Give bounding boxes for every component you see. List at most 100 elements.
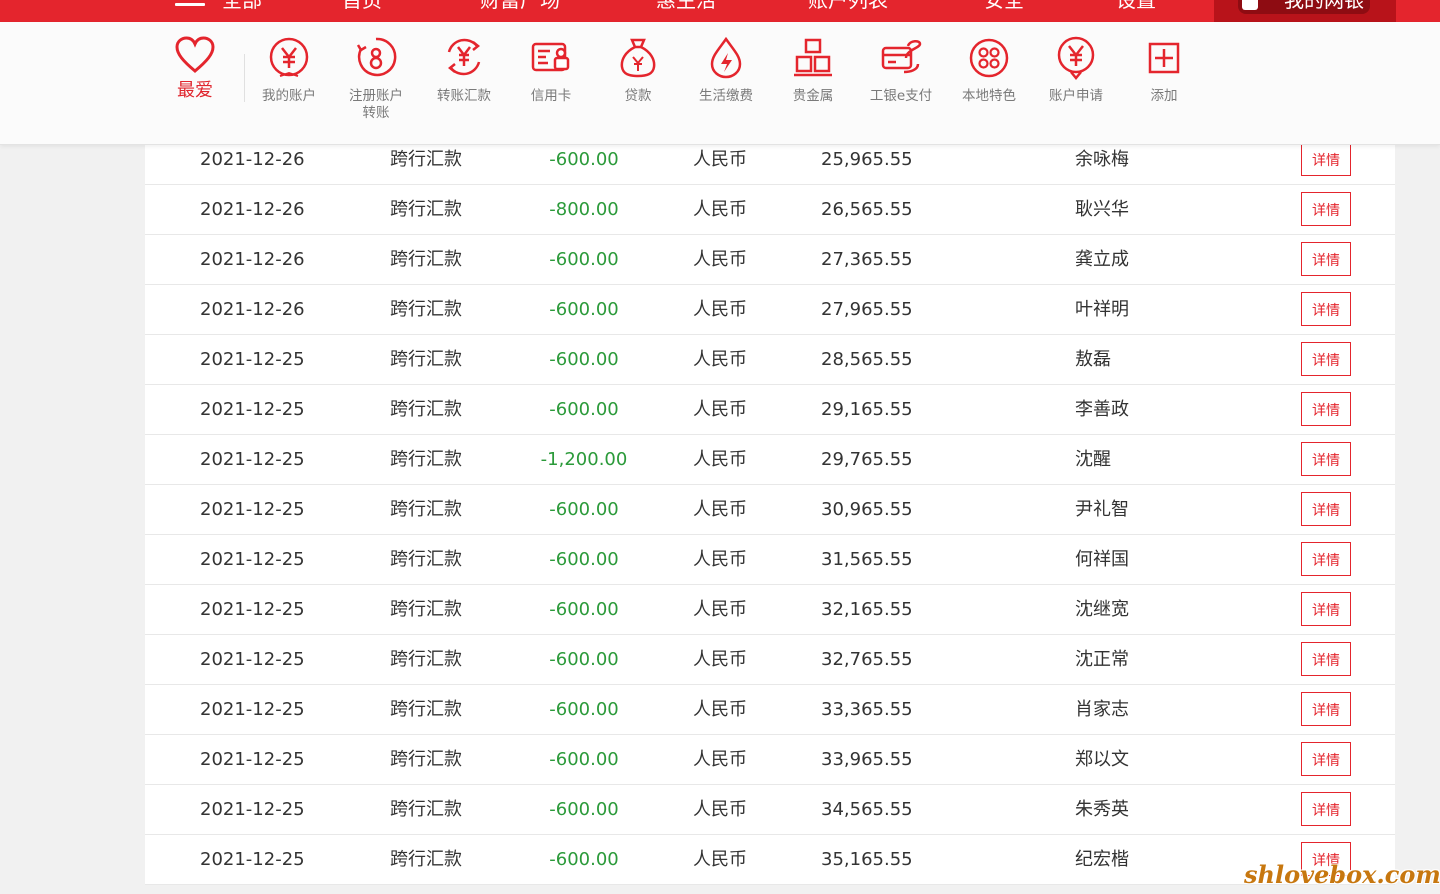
counterparty-name: 朱秀英: [1075, 799, 1129, 820]
transaction-currency: 人民币: [693, 749, 747, 770]
my-bank-button[interactable]: 我的网银: [1214, 0, 1396, 22]
nav-item-accounts[interactable]: 账户列表: [808, 0, 888, 12]
transaction-currency: 人民币: [693, 349, 747, 370]
nav-item-home[interactable]: 首页: [342, 0, 382, 12]
transaction-balance: 35,165.55: [821, 849, 913, 870]
detail-button[interactable]: 详情: [1301, 192, 1351, 226]
transaction-currency: 人民币: [693, 649, 747, 670]
transaction-amount: -600.00: [549, 249, 619, 270]
detail-button[interactable]: 详情: [1301, 742, 1351, 776]
gold-bars-icon: [794, 38, 832, 77]
transaction-currency: 人民币: [693, 199, 747, 220]
e-pay-card-icon: [881, 40, 922, 74]
counterparty-name: 尹礼智: [1075, 499, 1129, 520]
transaction-balance: 29,165.55: [821, 399, 913, 420]
detail-button[interactable]: 详情: [1301, 542, 1351, 576]
counterparty-name: 沈正常: [1075, 649, 1129, 670]
top-nav-bar: 全部 首页 财富广场 惠生活 账户列表 安全 设置 我的网银: [0, 0, 1440, 22]
transaction-amount: -1,200.00: [540, 449, 628, 470]
fav-item-local[interactable]: 本地特色: [949, 36, 1029, 105]
money-bag-icon: [620, 38, 656, 78]
transaction-date: 2021-12-25: [200, 349, 305, 370]
transaction-date: 2021-12-26: [200, 199, 305, 220]
transaction-type: 跨行汇款: [390, 649, 462, 670]
menu-icon[interactable]: [175, 3, 205, 6]
transaction-amount: -600.00: [549, 749, 619, 770]
fav-item-utilities[interactable]: 生活缴费: [686, 36, 766, 105]
transaction-date: 2021-12-25: [200, 849, 305, 870]
nav-item-life[interactable]: 惠生活: [656, 0, 716, 12]
transaction-type: 跨行汇款: [390, 849, 462, 870]
transaction-date: 2021-12-25: [200, 499, 305, 520]
table-row: 2021-12-25 跨行汇款 -600.00 人民币 35,165.55 纪宏楷 详情: [145, 835, 1395, 885]
yuan-coin-icon: [269, 37, 309, 77]
transaction-currency: 人民币: [693, 849, 747, 870]
transaction-date: 2021-12-25: [200, 749, 305, 770]
transaction-balance: 32,165.55: [821, 599, 913, 620]
transaction-currency: 人民币: [693, 799, 747, 820]
detail-button[interactable]: 详情: [1301, 242, 1351, 276]
detail-button[interactable]: 详情: [1301, 342, 1351, 376]
detail-button[interactable]: 详情: [1301, 392, 1351, 426]
nav-item-settings[interactable]: 设置: [1116, 0, 1156, 12]
transaction-date: 2021-12-25: [200, 399, 305, 420]
table-row: 2021-12-25 跨行汇款 -600.00 人民币 30,965.55 尹礼智 详情: [145, 485, 1395, 535]
table-row: 2021-12-25 跨行汇款 -600.00 人民币 31,565.55 何祥国 详情: [145, 535, 1395, 585]
detail-button[interactable]: 详情: [1301, 792, 1351, 826]
table-row: 2021-12-25 跨行汇款 -600.00 人民币 28,565.55 敖磊 详情: [145, 335, 1395, 385]
transaction-amount: -800.00: [549, 199, 619, 220]
detail-button[interactable]: 详情: [1301, 592, 1351, 626]
lock-icon: [1242, 0, 1258, 10]
table-row: 2021-12-26 跨行汇款 -600.00 人民币 27,965.55 叶祥明 详情: [145, 285, 1395, 335]
nav-item-security[interactable]: 安全: [984, 0, 1024, 12]
transfer-coin-icon: [356, 37, 397, 77]
fav-item-precious-metals[interactable]: 贵金属: [773, 36, 853, 105]
transaction-table: 2021-12-26 跨行汇款 -600.00 人民币 25,965.55 余咏梅 详情 20…: [145, 135, 1395, 885]
transaction-type: 跨行汇款: [390, 749, 462, 770]
transaction-type: 跨行汇款: [390, 549, 462, 570]
transaction-amount: -600.00: [549, 699, 619, 720]
transaction-currency: 人民币: [693, 449, 747, 470]
fav-item-my-account[interactable]: 我的账户: [249, 36, 329, 105]
counterparty-name: 李善政: [1075, 399, 1129, 420]
detail-button[interactable]: 详情: [1301, 142, 1351, 176]
transaction-type: 跨行汇款: [390, 399, 462, 420]
transaction-type: 跨行汇款: [390, 249, 462, 270]
transaction-type: 跨行汇款: [390, 499, 462, 520]
detail-button[interactable]: 详情: [1301, 492, 1351, 526]
transaction-date: 2021-12-25: [200, 799, 305, 820]
transaction-date: 2021-12-26: [200, 249, 305, 270]
transaction-balance: 33,965.55: [821, 749, 913, 770]
table-row: 2021-12-25 跨行汇款 -1,200.00 人民币 29,765.55 沈醒 详情: [145, 435, 1395, 485]
remittance-icon: [447, 38, 481, 76]
utility-drop-icon: [710, 36, 742, 79]
table-row: 2021-12-25 跨行汇款 -600.00 人民币 32,165.55 沈继宽 详情: [145, 585, 1395, 635]
fav-item-label: 信用卡: [530, 88, 572, 104]
detail-button[interactable]: 详情: [1301, 642, 1351, 676]
fav-item-remittance[interactable]: 转账汇款: [424, 36, 504, 105]
fav-item-account-apply[interactable]: 账户申请: [1036, 36, 1116, 105]
nav-item-wealth[interactable]: 财富广场: [480, 0, 560, 12]
counterparty-name: 敖磊: [1075, 349, 1111, 370]
favorites-main[interactable]: 最爱: [165, 36, 225, 102]
transaction-balance: 30,965.55: [821, 499, 913, 520]
fav-item-add[interactable]: 添加: [1124, 36, 1204, 105]
fav-item-e-pay[interactable]: 工银e支付: [861, 36, 941, 105]
detail-button[interactable]: 详情: [1301, 442, 1351, 476]
fav-item-loan[interactable]: 贷款: [598, 36, 678, 105]
transaction-balance: 27,365.55: [821, 249, 913, 270]
transaction-amount: -600.00: [549, 849, 619, 870]
transaction-date: 2021-12-26: [200, 299, 305, 320]
fav-item-label: 本地特色: [962, 88, 1016, 104]
transaction-date: 2021-12-25: [200, 549, 305, 570]
table-row: 2021-12-26 跨行汇款 -800.00 人民币 26,565.55 耿兴华 详情: [145, 185, 1395, 235]
fav-item-label: 贷款: [624, 88, 652, 104]
nav-item-all[interactable]: 全部: [222, 0, 262, 12]
detail-button[interactable]: 详情: [1301, 692, 1351, 726]
counterparty-name: 何祥国: [1075, 549, 1129, 570]
plus-box-icon: [1148, 42, 1180, 74]
detail-button[interactable]: 详情: [1301, 292, 1351, 326]
transaction-currency: 人民币: [693, 399, 747, 420]
fav-item-register-transfer[interactable]: 注册账户 转账: [336, 36, 416, 122]
fav-item-credit-card[interactable]: 信用卡: [511, 36, 591, 105]
